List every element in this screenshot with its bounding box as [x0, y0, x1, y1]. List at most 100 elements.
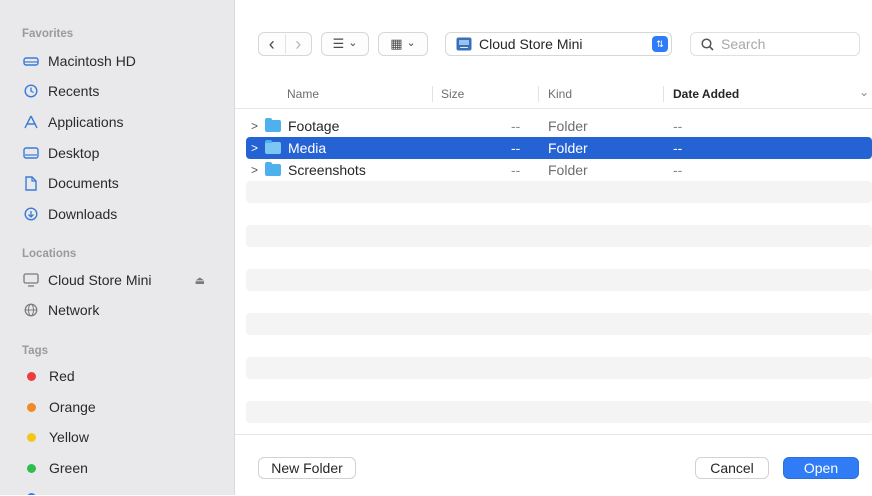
list-view-icon: ☰: [332, 36, 345, 51]
drive-icon: [456, 37, 472, 51]
open-button[interactable]: Open: [783, 457, 859, 479]
sidebar-item-label: Applications: [48, 114, 124, 130]
tags-header: Tags: [22, 345, 48, 357]
sidebar-item-label: Macintosh HD: [48, 53, 136, 69]
row-date: --: [673, 140, 683, 156]
sidebar-item-tag-green[interactable]: Green: [22, 457, 217, 479]
sidebar-item-label: Cloud Store Mini: [48, 272, 152, 288]
open-dialog: Favorites Macintosh HD Recents Applicati…: [0, 0, 872, 495]
grid-view-icon: ▦: [390, 36, 403, 51]
table-row[interactable]: > Footage -- Folder --: [246, 115, 872, 137]
download-icon: [22, 205, 40, 223]
folder-icon: [265, 118, 281, 132]
orange-tag-icon: [27, 402, 36, 412]
column-divider: [432, 86, 433, 102]
sidebar-item-label: Yellow: [49, 429, 89, 445]
column-kind[interactable]: Kind: [548, 87, 572, 101]
document-icon: [22, 174, 40, 192]
sidebar-item-documents[interactable]: Documents: [22, 172, 217, 194]
group-view-button[interactable]: ▦ ⌄: [378, 32, 428, 56]
green-tag-icon: [27, 463, 36, 473]
list-view-button[interactable]: ☰ ⌄: [321, 32, 369, 56]
column-divider: [538, 86, 539, 102]
row-kind: Folder: [548, 118, 588, 134]
disclosure-triangle-icon[interactable]: >: [251, 119, 261, 133]
search-placeholder: Search: [721, 36, 766, 52]
sidebar-item-label: Green: [49, 460, 88, 476]
sort-chevron-icon[interactable]: ⌄: [859, 85, 869, 99]
row-name: Media: [288, 140, 327, 156]
drive-icon: [22, 271, 40, 289]
search-field[interactable]: Search: [690, 32, 860, 56]
row-date: --: [673, 118, 683, 134]
sidebar-item-downloads[interactable]: Downloads: [22, 203, 217, 225]
location-popup[interactable]: Cloud Store Mini ⇅: [445, 32, 672, 56]
sidebar-item-cloud-store-mini[interactable]: Cloud Store Mini ⏏: [22, 269, 217, 291]
sidebar-item-recents[interactable]: Recents: [22, 80, 217, 102]
table-row-selected[interactable]: > Media -- Folder --: [246, 137, 872, 159]
back-button[interactable]: ‹: [259, 34, 286, 54]
new-folder-button[interactable]: New Folder: [258, 457, 356, 479]
row-name: Screenshots: [288, 162, 366, 178]
nav-buttons: ‹ ›: [258, 32, 312, 56]
sidebar-item-label: Documents: [48, 175, 119, 191]
table-row[interactable]: > Screenshots -- Folder --: [246, 159, 872, 181]
row-name: Footage: [288, 118, 340, 134]
favorites-header: Favorites: [22, 28, 74, 40]
column-size[interactable]: Size: [441, 87, 464, 101]
column-date-added[interactable]: Date Added: [673, 87, 739, 101]
sidebar-item-tag-red[interactable]: Red: [22, 365, 217, 387]
row-kind: Folder: [548, 162, 588, 178]
chevron-down-icon: ⌄: [348, 36, 358, 49]
toolbar: ‹ › ☰ ⌄ ▦ ⌄ Cloud Store Mini ⇅ Search: [235, 0, 872, 78]
row-date: --: [673, 162, 683, 178]
sidebar-item-label: Red: [49, 368, 75, 384]
chevron-down-icon: ⌄: [406, 36, 416, 49]
search-icon: [701, 37, 714, 51]
network-icon: [22, 301, 40, 319]
location-label: Cloud Store Mini: [479, 36, 583, 52]
row-size: --: [511, 140, 521, 156]
sidebar-item-label: Downloads: [48, 206, 118, 222]
applications-icon: [22, 113, 40, 131]
sidebar-item-macintosh-hd[interactable]: Macintosh HD: [22, 50, 217, 72]
desktop-icon: [22, 144, 40, 162]
folder-icon: [265, 162, 281, 176]
stepper-icon: ⇅: [652, 36, 668, 52]
locations-header: Locations: [22, 248, 77, 260]
empty-row: [246, 269, 872, 291]
column-divider: [663, 86, 664, 102]
forward-button[interactable]: ›: [286, 34, 312, 54]
disclosure-triangle-icon[interactable]: >: [251, 141, 261, 155]
sidebar-item-tag-yellow[interactable]: Yellow: [22, 426, 217, 448]
main-pane: ‹ › ☰ ⌄ ▦ ⌄ Cloud Store Mini ⇅ Search Na…: [235, 0, 872, 495]
sidebar-item-label: Network: [48, 302, 100, 318]
sidebar-item-label: Desktop: [48, 145, 100, 161]
empty-row: [246, 313, 872, 335]
empty-row: [246, 225, 872, 247]
row-kind: Folder: [548, 140, 588, 156]
empty-row: [246, 357, 872, 379]
folder-icon: [265, 140, 281, 154]
sidebar-item-label: Recents: [48, 83, 100, 99]
sidebar-item-label: Orange: [49, 399, 96, 415]
cancel-button[interactable]: Cancel: [695, 457, 769, 479]
disclosure-triangle-icon[interactable]: >: [251, 163, 261, 177]
empty-row: [246, 401, 872, 423]
sidebar-item-applications[interactable]: Applications: [22, 111, 217, 133]
dialog-footer: New Folder Cancel Open: [235, 434, 872, 496]
sidebar-item-tag-orange[interactable]: Orange: [22, 396, 217, 418]
sidebar: Favorites Macintosh HD Recents Applicati…: [0, 0, 235, 495]
clock-icon: [22, 82, 40, 100]
hard-drive-icon: [22, 52, 40, 70]
row-size: --: [511, 118, 521, 134]
sidebar-item-network[interactable]: Network: [22, 299, 217, 321]
sidebar-item-tag-partial[interactable]: [22, 486, 217, 495]
eject-icon[interactable]: ⏏: [195, 274, 205, 287]
sidebar-item-desktop[interactable]: Desktop: [22, 142, 217, 164]
red-tag-icon: [27, 371, 36, 381]
row-size: --: [511, 162, 521, 178]
column-header: Name Size Kind Date Added ⌄: [235, 80, 872, 109]
yellow-tag-icon: [27, 432, 36, 442]
column-name[interactable]: Name: [287, 87, 319, 101]
